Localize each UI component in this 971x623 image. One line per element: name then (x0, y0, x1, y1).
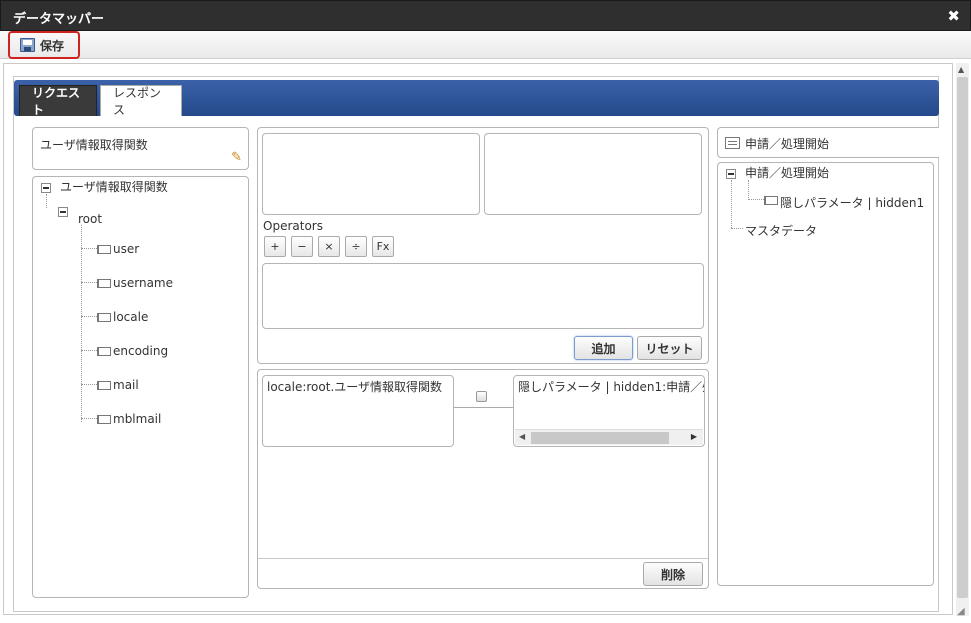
tab-request[interactable]: リクエスト (19, 85, 97, 117)
form-icon (725, 137, 740, 149)
divide-operator-button[interactable]: ÷ (345, 236, 367, 257)
field-icon (764, 196, 778, 205)
floppy-disk-icon (20, 38, 35, 52)
source-function-title: ユーザ情報取得関数 (40, 138, 148, 152)
field-icon (97, 313, 111, 322)
field-icon (97, 381, 111, 390)
target-process-title: 申請／処理開始 (745, 137, 830, 151)
tree-node-root-function[interactable]: ユーザ情報取得関数 (60, 178, 168, 195)
field-icon (97, 279, 111, 288)
close-icon[interactable]: ✖ (947, 7, 960, 25)
tab-bar: リクエスト レスポンス (14, 80, 939, 117)
resize-grip-icon[interactable]: ◢ (957, 606, 965, 617)
tree-leaf-locale[interactable]: locale (113, 310, 148, 324)
scroll-up-arrow-icon[interactable]: ▲ (958, 65, 964, 74)
minus-operator-button[interactable]: − (291, 236, 313, 257)
multiply-operator-button[interactable]: × (318, 236, 340, 257)
edit-pencil-icon[interactable]: ✎ (231, 150, 242, 165)
tree-node-root[interactable]: root (78, 212, 102, 226)
tree-leaf-mail[interactable]: mail (113, 378, 139, 392)
scrollbar-thumb[interactable] (957, 77, 968, 598)
collapse-icon[interactable] (58, 207, 68, 217)
expression-textarea[interactable] (262, 263, 704, 329)
vertical-scrollbar[interactable]: ▲ (956, 63, 969, 616)
target-tree: 申請／処理開始 隠しパラメータ | hidden1 マスタデータ (717, 162, 934, 586)
source-function-header: ユーザ情報取得関数 ✎ (32, 127, 249, 170)
scroll-left-arrow-icon[interactable]: ◀ (519, 432, 525, 441)
tree-leaf-username[interactable]: username (113, 276, 173, 290)
tab-response[interactable]: レスポンス (100, 85, 182, 117)
mapping-source-item[interactable]: locale:root.ユーザ情報取得関数 (262, 375, 454, 447)
delete-button[interactable]: 削除 (643, 562, 703, 586)
collapse-icon[interactable] (41, 183, 51, 193)
tree-node-master-data[interactable]: マスタデータ (745, 222, 817, 239)
field-icon (97, 245, 111, 254)
mapping-connector-line (454, 407, 514, 408)
save-button[interactable]: 保存 (8, 31, 80, 59)
mapping-checkbox[interactable] (476, 391, 487, 402)
add-button[interactable]: 追加 (574, 336, 633, 360)
tree-leaf-mblmail[interactable]: mblmail (113, 412, 161, 426)
tree-leaf-encoding[interactable]: encoding (113, 344, 168, 358)
mapping-target-text: 隠しパラメータ | hidden1:申請／処理 (518, 380, 704, 394)
hscroll-thumb[interactable] (531, 432, 669, 444)
source-drop-area[interactable] (262, 133, 480, 215)
source-tree: ユーザ情報取得関数 root user username locale enco… (32, 176, 249, 598)
mapping-footer (258, 558, 708, 559)
window-titlebar: データマッパー ✖ (0, 0, 971, 31)
operators-label: Operators (263, 219, 323, 233)
plus-operator-button[interactable]: + (264, 236, 286, 257)
tree-leaf-hidden1[interactable]: 隠しパラメータ | hidden1 (780, 194, 924, 211)
collapse-icon[interactable] (726, 169, 736, 179)
save-button-label: 保存 (40, 38, 65, 53)
toolbar: 保存 (0, 31, 971, 59)
tree-node-process[interactable]: 申請／処理開始 (745, 164, 829, 181)
mapping-source-text: locale:root.ユーザ情報取得関数 (267, 380, 443, 394)
field-icon (97, 415, 111, 424)
scroll-right-arrow-icon[interactable]: ▶ (691, 432, 697, 441)
target-process-header: 申請／処理開始 (717, 127, 939, 158)
mapping-target-hscrollbar[interactable]: ◀ ▶ (515, 429, 703, 445)
reset-button[interactable]: リセット (637, 336, 702, 360)
window-title: データマッパー (13, 12, 105, 27)
tree-leaf-user[interactable]: user (113, 242, 139, 256)
field-icon (97, 347, 111, 356)
function-operator-button[interactable]: Fx (372, 236, 394, 257)
target-drop-area[interactable] (484, 133, 702, 215)
